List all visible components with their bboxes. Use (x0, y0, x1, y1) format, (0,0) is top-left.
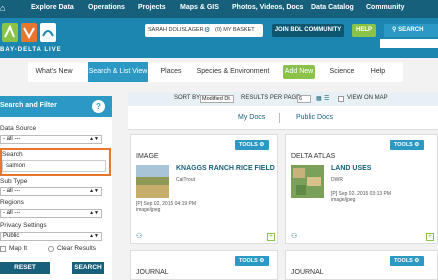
my-basket-link[interactable]: (0) MY BASKET (215, 27, 255, 33)
search-button[interactable]: SEARCH (72, 262, 104, 274)
card-category: JOURNAL (291, 269, 324, 276)
user-bar: SARAH DOLISLAGER ⚙ (0) MY BASKET (145, 24, 263, 37)
nav-photos-videos-docs[interactable]: Photos, Videos, Docs (232, 4, 303, 11)
card-mime: image/jpeg (136, 207, 161, 213)
tab-species-environment[interactable]: Species & Environment (193, 62, 273, 82)
grid-view-icon[interactable]: ▦ (316, 95, 322, 102)
tab-search-list-view[interactable]: Search & List View (88, 62, 148, 82)
tools-button[interactable]: TOOLS ⚙ (390, 256, 424, 266)
tab-help[interactable]: Help (364, 62, 392, 82)
card-title[interactable]: LAND USES (331, 165, 371, 172)
card-title[interactable]: KNAGGS RANCH RICE FIELD (176, 165, 275, 172)
tools-button[interactable]: TOOLS ⚙ (235, 140, 269, 150)
nav-operations[interactable]: Operations (88, 4, 125, 11)
card-source: DWR (331, 177, 343, 183)
result-card[interactable]: TOOLS ⚙ IMAGE KNAGGS RANCH RICE FIELD Ca… (130, 134, 278, 244)
header-search-button[interactable]: ⚲ SEARCH (384, 24, 438, 37)
search-icon: ⚲ (392, 27, 397, 33)
card-category: JOURNAL (136, 269, 169, 276)
regions-label: Regions (0, 199, 24, 206)
regions-value: - all --- (3, 210, 21, 216)
tab-science[interactable]: Science (325, 62, 359, 82)
group-icon[interactable]: ⚇ (136, 232, 142, 240)
help-button[interactable]: HELP (352, 24, 376, 37)
nav-maps-gis[interactable]: Maps & GIS (180, 4, 219, 11)
nav-explore-data[interactable]: Explore Data (31, 4, 74, 11)
tab-places[interactable]: Places (154, 62, 188, 82)
join-community-button[interactable]: JOIN BDL COMMUNITY (272, 24, 344, 37)
help-icon[interactable]: ? (92, 100, 105, 113)
select-arrow-icon: ▲▼ (89, 136, 99, 142)
search-section: Search (0, 148, 111, 176)
result-card[interactable]: TOOLS ⚙ DELTA ATLAS LAND USES DWR [P] Se… (285, 134, 438, 244)
select-arrow-icon: ▲▼ (89, 188, 99, 194)
tab-add-new[interactable]: Add New (283, 65, 315, 79)
privacy-settings-label: Privacy Settings (0, 222, 47, 229)
reset-listings-button[interactable]: RESET LISTINGS (0, 262, 50, 280)
clear-results-radio[interactable] (48, 246, 54, 252)
results-per-page-label: RESULTS PER PAGE (241, 95, 301, 101)
nav-community[interactable]: Community (366, 4, 405, 11)
select-arrow-icon: ▲▼ (89, 233, 99, 239)
home-icon[interactable]: ⌂ (0, 3, 10, 15)
add-to-basket-icon[interactable]: + (426, 233, 434, 241)
brand-bar: BAY-DELTA LIVE SARAH DOLISLAGER ⚙ (0) MY… (0, 18, 438, 58)
top-navigation: ⌂ Explore Data Operations Projects Maps … (0, 0, 438, 18)
sort-bar: SORT BY Modified Dt RESULTS PER PAGE 6 ▦… (128, 92, 438, 106)
header-search-input[interactable] (380, 39, 438, 48)
card-mime: image/jpeg (331, 197, 356, 203)
sub-type-select[interactable]: - all --- ▲▼ (0, 187, 102, 196)
result-card[interactable]: TOOLS ⚙ JOURNAL (130, 250, 278, 280)
search-label: Search (2, 151, 23, 158)
group-icon[interactable]: ⚇ (291, 232, 297, 240)
docs-tabs: My Docs Public Docs (128, 106, 438, 130)
map-it-label: Map It (9, 245, 28, 252)
list-view-icon[interactable]: ☰ (324, 95, 329, 102)
data-source-label: Data Source (0, 125, 37, 132)
view-on-map-label: VIEW ON MAP (347, 95, 388, 101)
data-source-select[interactable]: - all --- ▲▼ (0, 135, 102, 144)
privacy-settings-value: Public (3, 233, 20, 239)
gear-icon[interactable]: ⚙ (204, 26, 210, 34)
card-source: CalTrout (176, 177, 195, 183)
search-filter-panel: Search and Filter ? Data Source - all --… (0, 96, 112, 280)
tab-divider (279, 113, 280, 123)
clear-results-label: Clear Results (57, 245, 97, 252)
select-arrow-icon: ▲▼ (89, 210, 99, 216)
sub-navigation: What's New Search & List View Places Spe… (28, 62, 403, 82)
thumbnail-image[interactable] (136, 165, 169, 198)
thumbnail-image[interactable] (291, 165, 324, 198)
data-source-value: - all --- (3, 136, 21, 142)
logo-text: BAY-DELTA LIVE (0, 47, 62, 53)
panel-title: Search and Filter (0, 102, 57, 109)
search-input[interactable] (2, 160, 106, 172)
add-to-basket-icon[interactable]: + (267, 233, 275, 241)
header-search-label: SEARCH (398, 27, 424, 33)
card-category: IMAGE (136, 153, 159, 160)
sub-type-label: Sub Type (0, 178, 28, 185)
logo[interactable] (0, 22, 60, 44)
sort-by-select[interactable]: Modified Dt (200, 95, 234, 103)
tab-my-docs[interactable]: My Docs (238, 114, 265, 121)
nav-data-catalog[interactable]: Data Catalog (311, 4, 354, 11)
panel-header: Search and Filter ? (0, 96, 112, 117)
sort-by-label: SORT BY (174, 95, 201, 101)
privacy-settings-select[interactable]: Public ▲▼ (0, 232, 102, 241)
username[interactable]: SARAH DOLISLAGER (148, 27, 204, 33)
tab-whats-new[interactable]: What's New (28, 62, 80, 82)
regions-select[interactable]: - all --- ▲▼ (0, 209, 102, 218)
sub-type-value: - all --- (3, 188, 21, 194)
nav-projects[interactable]: Projects (138, 4, 166, 11)
tools-button[interactable]: TOOLS ⚙ (235, 256, 269, 266)
tab-public-docs[interactable]: Public Docs (296, 114, 333, 121)
card-category: DELTA ATLAS (291, 153, 336, 160)
result-card[interactable]: TOOLS ⚙ JOURNAL (285, 250, 438, 280)
results-per-page-select[interactable]: 6 (297, 95, 311, 103)
map-it-checkbox[interactable] (0, 246, 6, 252)
tools-button[interactable]: TOOLS ⚙ (390, 140, 424, 150)
view-on-map-checkbox[interactable] (338, 96, 344, 102)
